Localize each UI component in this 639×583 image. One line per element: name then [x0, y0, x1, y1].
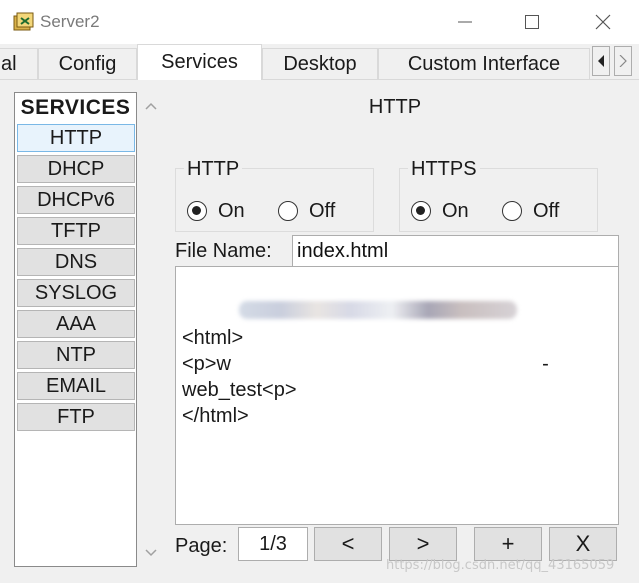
window-title: Server2: [40, 12, 100, 31]
close-button[interactable]: [580, 0, 626, 44]
blurred-redaction: [239, 301, 517, 319]
services-scrollbar[interactable]: [140, 92, 163, 567]
tab-services[interactable]: Services: [137, 44, 262, 80]
tab-desktop[interactable]: Desktop: [262, 48, 378, 79]
tab-custom-interface[interactable]: Custom Interface: [378, 48, 590, 79]
file-name-label: File Name:: [175, 240, 272, 262]
service-item-dhcp[interactable]: DHCP: [17, 155, 135, 183]
https-group-legend: HTTPS: [408, 158, 480, 180]
service-item-email[interactable]: EMAIL: [17, 372, 135, 400]
watermark: https://blog.csdn.net/qq_43165059: [386, 558, 615, 573]
next-page-button[interactable]: >: [389, 527, 457, 561]
maximize-button[interactable]: [509, 0, 555, 44]
tab-physical[interactable]: al: [0, 48, 38, 79]
https-off-radio[interactable]: Off: [502, 199, 559, 223]
remove-file-button[interactable]: X: [549, 527, 617, 561]
service-item-ftp[interactable]: FTP: [17, 403, 135, 431]
router-app-icon: [13, 12, 34, 31]
tab-scroll-right-button[interactable]: [614, 46, 632, 76]
tab-strip: al Config Services Desktop Custom Interf…: [0, 44, 639, 80]
service-item-tftp[interactable]: TFTP: [17, 217, 135, 245]
panel-title: HTTP: [368, 96, 422, 118]
http-on-label: On: [218, 199, 245, 222]
minimize-button[interactable]: [442, 0, 488, 44]
https-off-label: Off: [533, 199, 560, 222]
page-label: Page:: [175, 535, 228, 557]
services-heading: SERVICES: [20, 96, 131, 119]
file-content-editor[interactable]: <html> <p>w - web_test<p> </html>: [175, 266, 619, 525]
page-indicator: 1/3: [238, 527, 308, 561]
title-bar: Server2: [0, 0, 639, 44]
services-list: SERVICES HTTP DHCP DHCPv6 TFTP DNS SYSLO…: [14, 92, 137, 567]
maximize-icon: [525, 15, 539, 29]
service-item-ntp[interactable]: NTP: [17, 341, 135, 369]
tab-config[interactable]: Config: [38, 48, 137, 79]
close-icon: [595, 14, 611, 30]
http-off-radio[interactable]: Off: [278, 199, 335, 223]
radio-checked-icon: [411, 201, 431, 221]
radio-unchecked-icon: [502, 201, 522, 221]
chevron-right-icon: [619, 55, 627, 67]
http-off-label: Off: [309, 199, 336, 222]
service-item-dns[interactable]: DNS: [17, 248, 135, 276]
http-settings-panel: HTTP HTTP On Off HTTPS On Off File Name:…: [165, 80, 639, 583]
chevron-up-icon[interactable]: [144, 100, 158, 114]
http-group-legend: HTTP: [184, 158, 243, 180]
https-on-radio[interactable]: On: [411, 199, 469, 223]
add-file-button[interactable]: +: [474, 527, 542, 561]
service-item-dhcpv6[interactable]: DHCPv6: [17, 186, 135, 214]
radio-unchecked-icon: [278, 201, 298, 221]
tab-scroll-left-button[interactable]: [592, 46, 610, 76]
file-content-text: <html> <p>w - web_test<p> </html>: [182, 327, 549, 427]
prev-page-button[interactable]: <: [314, 527, 382, 561]
service-item-http[interactable]: HTTP: [17, 124, 135, 152]
file-name-input[interactable]: [292, 235, 619, 267]
chevron-left-icon: [598, 55, 604, 67]
https-on-label: On: [442, 199, 469, 222]
chevron-down-icon[interactable]: [144, 545, 158, 559]
service-item-aaa[interactable]: AAA: [17, 310, 135, 338]
radio-checked-icon: [187, 201, 207, 221]
minimize-icon: [458, 21, 472, 23]
http-on-radio[interactable]: On: [187, 199, 245, 223]
http-group: HTTP On Off: [175, 158, 374, 232]
service-item-syslog[interactable]: SYSLOG: [17, 279, 135, 307]
https-group: HTTPS On Off: [399, 158, 598, 232]
